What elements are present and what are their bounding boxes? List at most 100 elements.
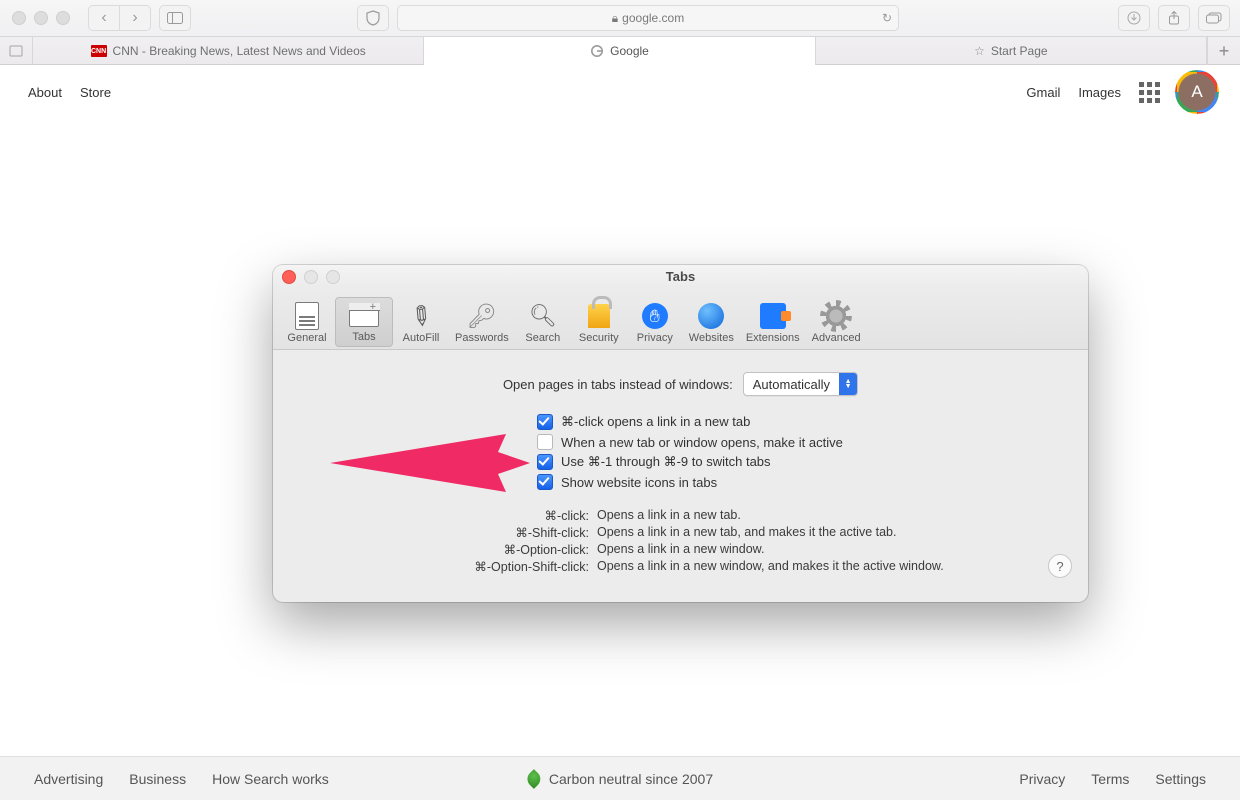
chevron-up-down-icon: ▲▼ [839, 373, 857, 395]
hand-icon: ✋︎ [642, 303, 668, 329]
tab-label: Start Page [991, 44, 1048, 58]
check-label: Show website icons in tabs [561, 475, 717, 490]
pref-zoom-icon[interactable] [326, 270, 340, 284]
preferences-title: Tabs [666, 269, 695, 284]
google-header: About Store Gmail Images A [0, 65, 1240, 119]
pref-tab-label: Extensions [746, 332, 800, 344]
footer-carbon[interactable]: Carbon neutral since 2007 [549, 771, 713, 787]
footer-terms[interactable]: Terms [1091, 771, 1129, 787]
tab-label: Google [610, 44, 649, 58]
pref-minimize-icon[interactable] [304, 270, 318, 284]
pref-tab-label: Tabs [352, 331, 375, 343]
downloads-button[interactable] [1118, 5, 1150, 31]
address-text: google.com [622, 11, 684, 25]
check-cmd-1-9[interactable]: Use ⌘-1 through ⌘-9 to switch tabs [537, 454, 1068, 470]
nav-back-forward: ‹ › [88, 5, 151, 31]
pref-tab-general[interactable]: General [279, 299, 335, 347]
checkbox-icon [537, 434, 553, 450]
tab-google[interactable]: Google [424, 37, 815, 65]
sidebar-icon [167, 12, 183, 24]
footer-settings[interactable]: Settings [1155, 771, 1206, 787]
open-pages-label: Open pages in tabs instead of windows: [503, 377, 733, 392]
pref-tab-label: Websites [689, 332, 734, 344]
tab-bar: CNN CNN - Breaking News, Latest News and… [0, 36, 1240, 65]
pref-tab-label: Passwords [455, 332, 509, 344]
preferences-titlebar: Tabs [273, 265, 1088, 287]
address-bar[interactable]: 🔒︎ google.com ↻ [397, 5, 899, 31]
hint-value: Opens a link in a new tab. [597, 508, 1068, 523]
privacy-report-button[interactable] [357, 5, 389, 31]
help-button[interactable]: ? [1048, 554, 1072, 578]
pref-tab-label: Privacy [637, 332, 673, 344]
pref-traffic-lights [282, 270, 340, 284]
new-tab-button[interactable]: + [1207, 37, 1240, 65]
tab-cnn[interactable]: CNN CNN - Breaking News, Latest News and… [33, 37, 424, 65]
titlebar: ‹ › 🔒︎ google.com ↻ [0, 0, 1240, 36]
checkbox-icon [537, 454, 553, 470]
checkbox-group: ⌘-click opens a link in a new tab When a… [537, 414, 1068, 490]
check-label: ⌘-click opens a link in a new tab [561, 414, 750, 430]
footer-how-search-works[interactable]: How Search works [212, 771, 329, 787]
show-tabs-button[interactable] [1198, 5, 1230, 31]
preferences-toolbar: General Tabs ✎AutoFill 🔑︎Passwords 🔍︎Sea… [273, 287, 1088, 350]
open-pages-select[interactable]: Automatically ▲▼ [743, 372, 858, 396]
browser-chrome: ‹ › 🔒︎ google.com ↻ [0, 0, 1240, 65]
checkbox-icon [537, 414, 553, 430]
lock-icon: 🔒︎ [612, 11, 618, 26]
pref-tab-extensions[interactable]: Extensions [740, 299, 806, 347]
pref-close-icon[interactable] [282, 270, 296, 284]
store-link[interactable]: Store [80, 85, 111, 100]
check-make-active[interactable]: When a new tab or window opens, make it … [537, 434, 1068, 450]
footer-privacy[interactable]: Privacy [1019, 771, 1065, 787]
gear-icon [823, 303, 849, 329]
pref-tab-tabs[interactable]: Tabs [335, 297, 393, 347]
star-icon: ☆ [974, 44, 985, 58]
minimize-window-icon[interactable] [34, 11, 48, 25]
check-label: Use ⌘-1 through ⌘-9 to switch tabs [561, 454, 771, 470]
pref-tab-autofill[interactable]: ✎AutoFill [393, 299, 449, 347]
footer-advertising[interactable]: Advertising [34, 771, 103, 787]
select-value: Automatically [744, 377, 839, 392]
hint-key: ⌘-click: [293, 508, 589, 523]
maximize-window-icon[interactable] [56, 11, 70, 25]
pref-tab-label: Security [579, 332, 619, 344]
hint-key: ⌘-Option-Shift-click: [293, 559, 589, 574]
hint-key: ⌘-Option-click: [293, 542, 589, 557]
footer-business[interactable]: Business [129, 771, 186, 787]
images-link[interactable]: Images [1078, 85, 1121, 100]
leaf-icon [524, 769, 544, 789]
forward-button[interactable]: › [120, 5, 151, 31]
show-sidebar-button[interactable] [159, 5, 191, 31]
shortcut-hints: ⌘-click:Opens a link in a new tab. ⌘-Shi… [293, 508, 1068, 574]
shield-icon [366, 10, 380, 26]
cnn-favicon-icon: CNN [91, 45, 107, 57]
check-show-icons[interactable]: Show website icons in tabs [537, 474, 1068, 490]
google-apps-button[interactable] [1139, 82, 1160, 103]
pref-tab-search[interactable]: 🔍︎Search [515, 299, 571, 347]
pref-tab-passwords[interactable]: 🔑︎Passwords [449, 299, 515, 347]
pref-tab-advanced[interactable]: Advanced [806, 299, 867, 347]
gmail-link[interactable]: Gmail [1026, 85, 1060, 100]
page-content: About Store Gmail Images A Advertising B… [0, 65, 1240, 800]
about-link[interactable]: About [28, 85, 62, 100]
pref-tab-label: Advanced [812, 332, 861, 344]
check-cmd-click[interactable]: ⌘-click opens a link in a new tab [537, 414, 1068, 430]
pref-tab-label: General [287, 332, 326, 344]
pref-tab-security[interactable]: Security [571, 299, 627, 347]
hint-value: Opens a link in a new tab, and makes it … [597, 525, 1068, 540]
tab-startpage[interactable]: ☆ Start Page [816, 37, 1207, 65]
open-pages-row: Open pages in tabs instead of windows: A… [293, 372, 1068, 396]
back-button[interactable]: ‹ [88, 5, 120, 31]
toolbar-right [1118, 5, 1230, 31]
avatar-letter: A [1191, 82, 1202, 102]
close-window-icon[interactable] [12, 11, 26, 25]
key-icon: 🔑︎ [467, 301, 497, 331]
reload-icon[interactable]: ↻ [882, 11, 892, 25]
pinned-tab[interactable] [0, 37, 33, 65]
account-avatar[interactable]: A [1178, 73, 1216, 111]
pref-tab-privacy[interactable]: ✋︎ Privacy [627, 299, 683, 347]
pref-tab-websites[interactable]: Websites [683, 299, 740, 347]
preferences-body: Open pages in tabs instead of windows: A… [273, 350, 1088, 592]
google-favicon-icon [590, 44, 604, 58]
share-button[interactable] [1158, 5, 1190, 31]
